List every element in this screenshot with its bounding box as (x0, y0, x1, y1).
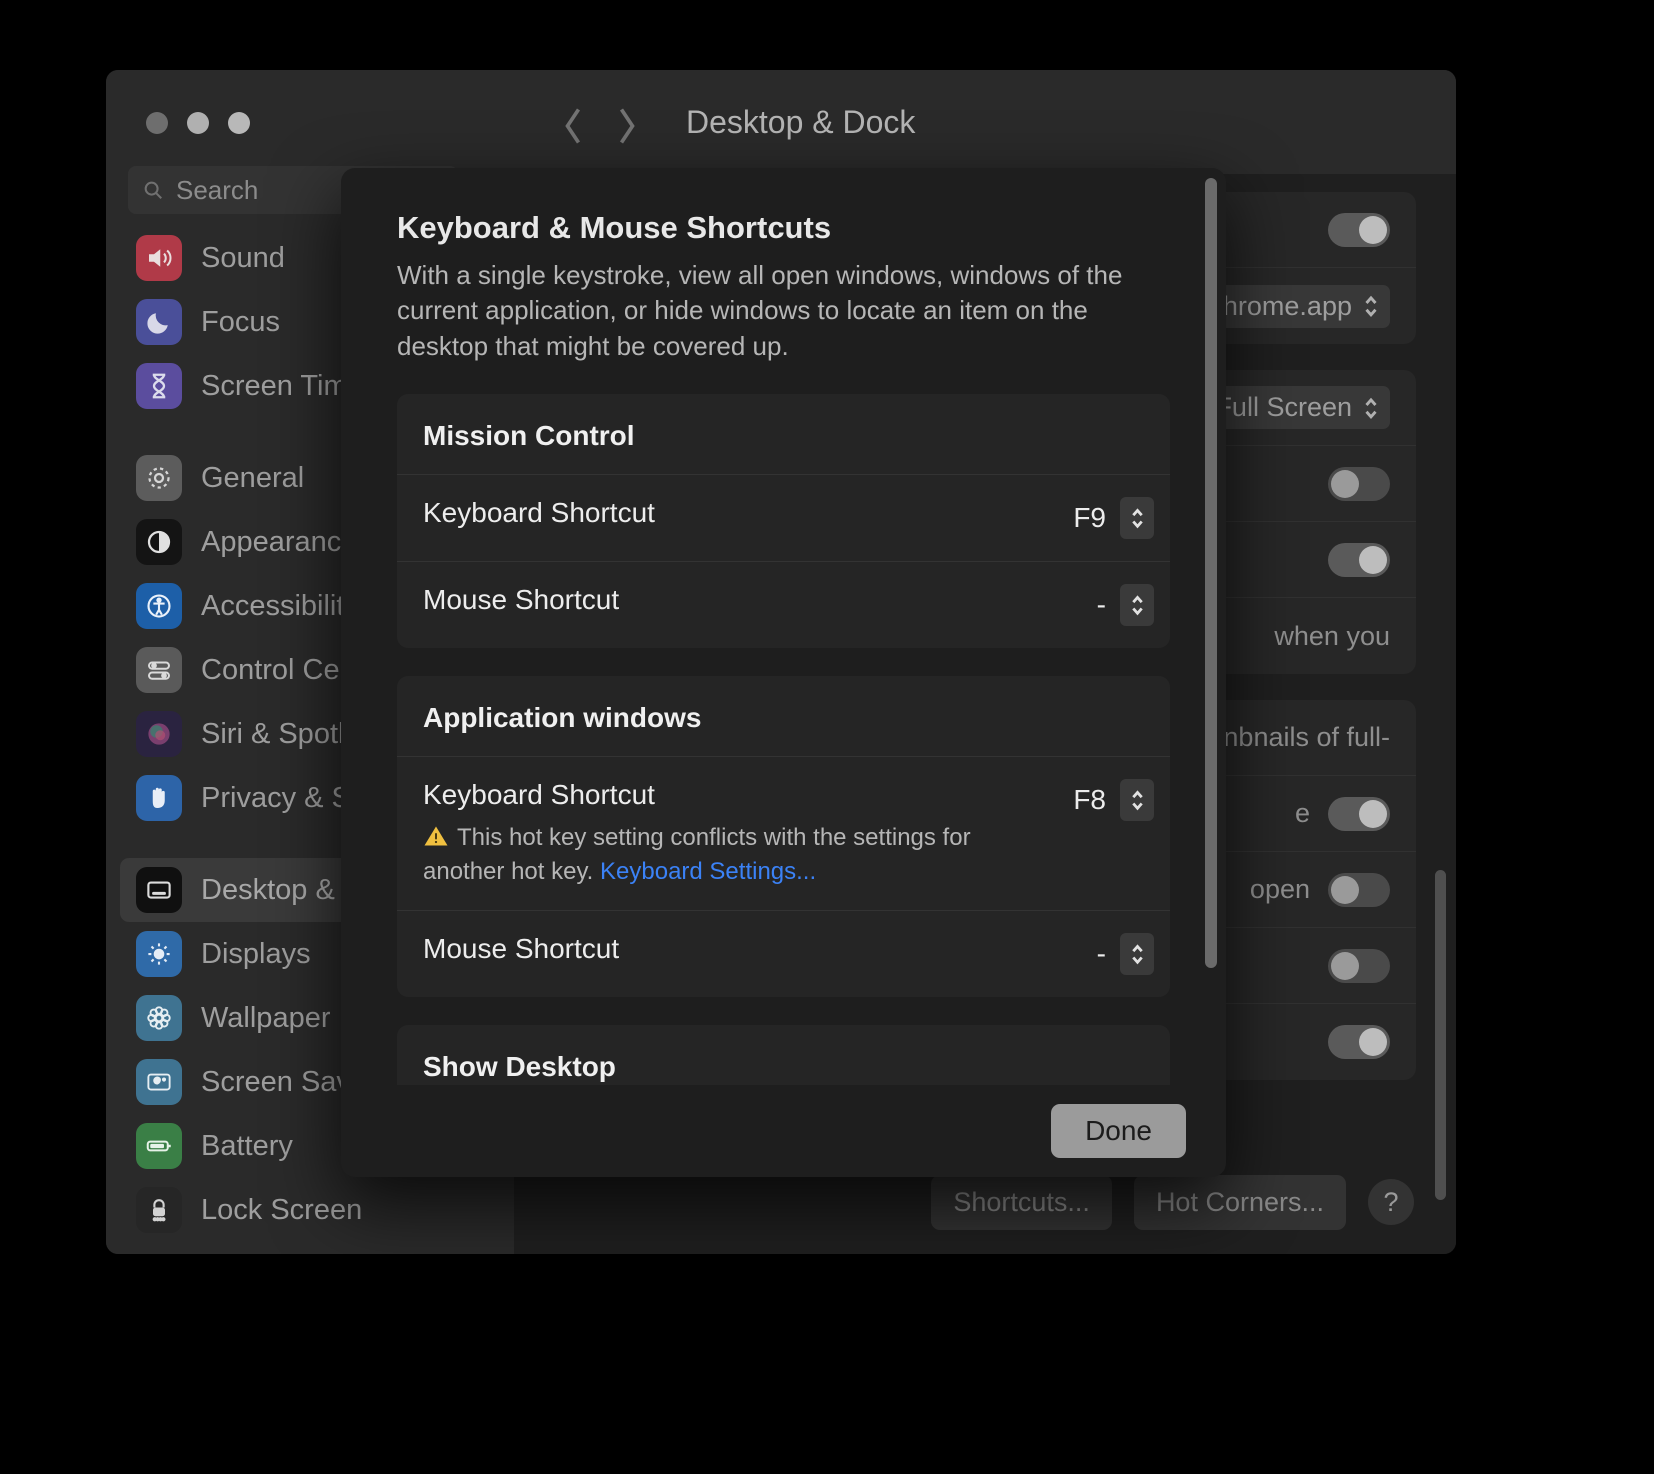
conflict-warning: This hot key setting conflicts with the … (423, 821, 1053, 888)
row-label: Mouse Shortcut (423, 584, 620, 616)
group-title: Mission Control (397, 394, 1170, 476)
toggle-switch[interactable] (1328, 542, 1390, 577)
accessibility-icon (136, 583, 182, 629)
sidebar-item-label: Control Ce (201, 653, 340, 686)
shortcut-value: F8 (1073, 784, 1106, 816)
sound-icon (136, 235, 182, 281)
screensaver-icon (136, 1059, 182, 1105)
toggle-switch[interactable] (1328, 466, 1390, 501)
battery-icon (136, 1123, 182, 1169)
table-row[interactable]: Keyboard Shortcut F9 (397, 475, 1170, 563)
gear-icon (136, 455, 182, 501)
forward-button[interactable] (616, 104, 638, 144)
search-placeholder: Search (176, 174, 259, 205)
mouse-shortcut-stepper[interactable]: - (1096, 584, 1154, 627)
table-row[interactable]: Keyboard Shortcut This hot key setting c… (397, 757, 1170, 912)
sidebar-item-label: Accessibilit (201, 589, 345, 622)
row-label: Keyboard Shortcut (423, 497, 655, 529)
group-title: Show Desktop (397, 1025, 1170, 1085)
sidebar-item-label: Screen Tim (201, 369, 348, 402)
group-title: Application windows (397, 676, 1170, 758)
table-row[interactable]: Mouse Shortcut - (397, 562, 1170, 648)
sheet-description: With a single keystroke, view all open w… (397, 260, 1123, 361)
sheet-scrollbar[interactable] (1205, 178, 1217, 968)
sidebar-item-label: Screen Sav (201, 1065, 351, 1098)
sidebar-item-label: Sound (201, 241, 285, 274)
sidebar-item-label: Lock Screen (201, 1193, 363, 1226)
desktop-dock-icon (136, 867, 182, 913)
shortcut-value: - (1096, 589, 1106, 621)
shortcuts-button[interactable]: Shortcuts... (931, 1174, 1112, 1230)
sheet-title: Keyboard & Mouse Shortcuts (397, 210, 832, 245)
sidebar-item-label: Desktop & (201, 873, 335, 906)
shortcut-value: - (1096, 938, 1106, 970)
mouse-shortcut-stepper[interactable]: - (1096, 933, 1154, 976)
toggle-switch[interactable] (1328, 212, 1390, 247)
keyboard-mouse-shortcuts-sheet: Keyboard & Mouse Shortcuts With a single… (341, 168, 1226, 1177)
hot-corners-button[interactable]: Hot Corners... (1133, 1174, 1346, 1230)
table-row[interactable]: Mouse Shortcut - (397, 911, 1170, 997)
toggle-switch[interactable] (1328, 872, 1390, 907)
sidebar-item-label: Focus (201, 305, 280, 338)
row-text: open (1249, 874, 1310, 904)
back-button[interactable] (562, 104, 584, 144)
focus-moon-icon (136, 299, 182, 345)
sheet-scroll-area: Keyboard & Mouse Shortcuts With a single… (341, 168, 1226, 1085)
group-mission-control: Mission Control Keyboard Shortcut F9 Mou… (397, 394, 1170, 649)
keyboard-shortcut-stepper[interactable]: F8 (1073, 779, 1154, 822)
sidebar-item-label: Privacy & S (201, 781, 351, 814)
shortcut-value: F9 (1073, 502, 1106, 534)
warning-triangle-icon (423, 824, 449, 848)
siri-icon (136, 711, 182, 757)
display-sun-icon (136, 931, 182, 977)
sidebar-item-label: Battery (201, 1129, 293, 1162)
toolbar: Desktop & Dock (514, 70, 1456, 174)
sidebar-item-lock-screen[interactable]: Lock Screen (120, 1178, 500, 1242)
traffic-lights (106, 70, 514, 134)
row-label: Mouse Shortcut (423, 933, 620, 965)
toggle-switch[interactable] (1328, 948, 1390, 983)
row-text: nbnails of full- (1223, 722, 1390, 752)
search-icon (142, 179, 164, 201)
sidebar-item-label: Appearanc (201, 525, 342, 558)
keyboard-settings-link[interactable]: Keyboard Settings... (600, 858, 816, 885)
privacy-hand-icon (136, 775, 182, 821)
help-button[interactable]: ? (1368, 1179, 1414, 1225)
chevron-up-down-icon (1362, 393, 1380, 423)
group-show-desktop: Show Desktop Keyboard Shortcut F11 Mouse… (397, 1025, 1170, 1085)
row-label: Keyboard Shortcut (423, 779, 655, 811)
keyboard-shortcut-stepper[interactable]: F9 (1073, 497, 1154, 540)
page-title: Desktop & Dock (686, 103, 916, 140)
stepper-up-down-button[interactable] (1120, 933, 1154, 976)
toggle-switch[interactable] (1328, 796, 1390, 831)
sidebar-item-label: Wallpaper (201, 1001, 331, 1034)
group-application-windows: Application windows Keyboard Shortcut Th… (397, 676, 1170, 998)
done-button[interactable]: Done (1051, 1104, 1186, 1158)
row-text: when you (1274, 620, 1390, 651)
sidebar-item-label: Siri & Spotl (201, 717, 345, 750)
stepper-up-down-button[interactable] (1120, 497, 1154, 540)
chevron-up-down-icon (1362, 291, 1380, 321)
control-center-icon (136, 647, 182, 693)
minimize-button[interactable] (187, 112, 209, 134)
stepper-up-down-button[interactable] (1120, 779, 1154, 822)
sidebar-item-label: General (201, 461, 305, 494)
sheet-footer: Done (341, 1085, 1226, 1177)
close-button[interactable] (146, 112, 168, 134)
popup-value: Full Screen (1215, 392, 1352, 422)
stepper-up-down-button[interactable] (1120, 584, 1154, 627)
sidebar-item-label: Displays (201, 937, 311, 970)
hourglass-icon (136, 363, 182, 409)
toggle-switch[interactable] (1328, 1025, 1390, 1059)
zoom-button[interactable] (228, 112, 250, 134)
lock-icon (136, 1187, 182, 1233)
fullscreen-popup[interactable]: Full Screen (1201, 386, 1390, 429)
wallpaper-icon (136, 995, 182, 1041)
appearance-icon (136, 519, 182, 565)
row-text: e (1294, 798, 1310, 828)
